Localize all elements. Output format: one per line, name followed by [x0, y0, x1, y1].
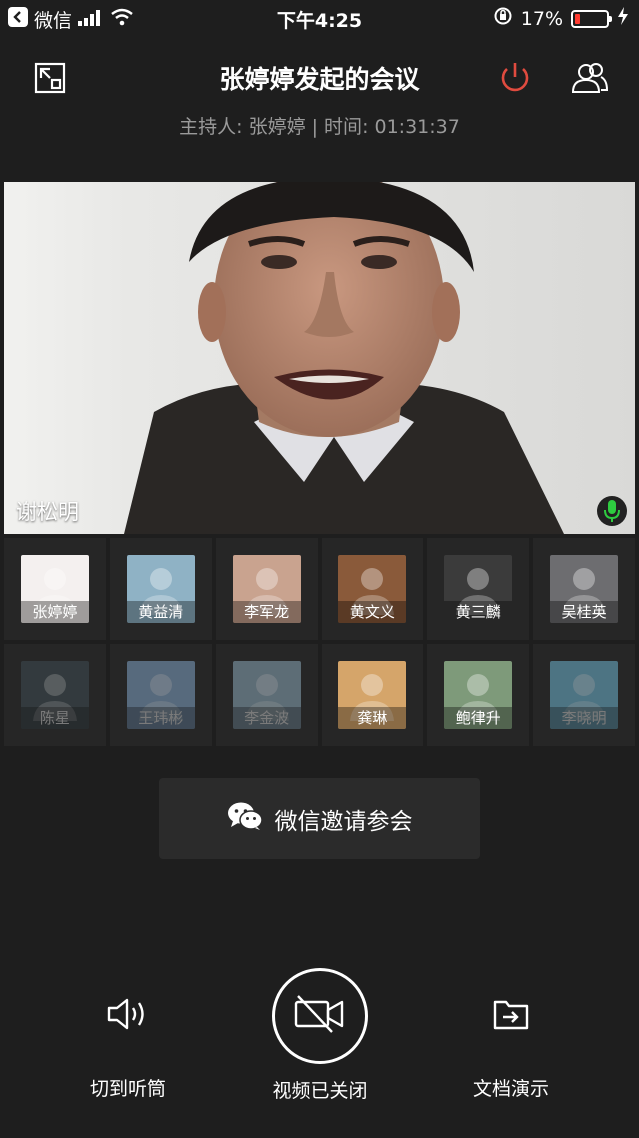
mic-active-icon: [597, 496, 627, 526]
battery-fill: [575, 13, 580, 24]
rotation-lock-icon: [493, 6, 513, 31]
participant-tile[interactable]: 鲍律升: [427, 644, 530, 746]
participant-name: 黄益清: [126, 601, 195, 623]
participant-avatar: 张婷婷: [20, 555, 89, 623]
leave-meeting-power-icon[interactable]: [493, 56, 537, 100]
participant-avatar: 陈星: [20, 661, 89, 729]
participant-avatar: 黄文义: [338, 555, 407, 623]
video-off-label: 视频已关闭: [272, 1080, 368, 1102]
camera-off-icon: [292, 994, 348, 1038]
switch-to-earpiece-button[interactable]: 切到听筒: [28, 996, 228, 1101]
main-video-feed[interactable]: 谢松明: [4, 182, 635, 534]
video-off-circle: [272, 968, 368, 1064]
wechat-invite-button[interactable]: 微信邀请参会: [159, 778, 480, 859]
participants-list-icon[interactable]: [568, 56, 612, 100]
main-video-participant-name: 谢松明: [16, 500, 79, 524]
participant-name: 张婷婷: [20, 601, 89, 623]
participant-avatar: 吴桂英: [550, 555, 619, 623]
participant-name: 黄三麟: [444, 601, 513, 623]
participant-avatar: 鲍律升: [444, 661, 513, 729]
battery-percent: 17%: [520, 7, 563, 30]
participant-tile[interactable]: 张婷婷: [4, 538, 106, 640]
participant-tile[interactable]: 吴桂英: [533, 538, 635, 640]
participant-avatar: 王玮彬: [126, 661, 195, 729]
wechat-icon: [227, 801, 263, 837]
participant-name: 李晓明: [550, 707, 619, 729]
participant-name: 李金波: [232, 707, 301, 729]
participant-name: 黄文义: [338, 601, 407, 623]
participant-tile[interactable]: 李金波: [215, 644, 318, 746]
bottom-controls: 切到听筒 视频已关闭 文档演示: [0, 960, 639, 1130]
battery-icon: [571, 9, 612, 28]
participant-avatar: 黄益清: [126, 555, 195, 623]
meeting-title: 张婷婷发起的会议: [219, 65, 420, 94]
participant-name: 吴桂英: [550, 601, 619, 623]
participant-tile[interactable]: 陈星: [4, 644, 106, 746]
participant-name: 王玮彬: [126, 707, 195, 729]
document-presentation-button[interactable]: 文档演示: [411, 996, 611, 1101]
host-and-duration: 主持人: 张婷婷 | 时间: 01:31:37: [179, 116, 460, 138]
charging-icon: [617, 7, 629, 30]
participant-tile[interactable]: 黄文义: [321, 538, 424, 640]
participant-tile[interactable]: 龚琳: [321, 644, 424, 746]
video-toggle-button[interactable]: 视频已关闭: [220, 960, 420, 1103]
participant-tile[interactable]: 黄益清: [109, 538, 212, 640]
status-bar: 微信 下午4:25 17%: [0, 0, 639, 36]
participant-tile[interactable]: 黄三麟: [427, 538, 530, 640]
status-right: 17%: [493, 6, 629, 31]
participant-name: 李军龙: [232, 601, 301, 623]
participant-avatar: 黄三麟: [444, 555, 513, 623]
participant-name: 鲍律升: [444, 707, 513, 729]
participant-name: 龚琳: [338, 707, 407, 729]
meeting-header: 张婷婷发起的会议 主持人: 张婷婷 | 时间: 01:31:37: [0, 40, 639, 150]
invite-label: 微信邀请参会: [274, 808, 413, 835]
participant-avatar: 李晓明: [550, 661, 619, 729]
participant-tile[interactable]: 王玮彬: [109, 644, 212, 746]
participant-avatar: 李军龙: [232, 555, 301, 623]
participant-name: 陈星: [20, 707, 89, 729]
speaker-video-image: [124, 182, 564, 534]
folder-share-icon: [491, 1000, 531, 1036]
speaker-icon: [105, 998, 151, 1036]
participant-avatar: 李金波: [232, 661, 301, 729]
participant-grid: 张婷婷 黄益清 李军龙 黄文义 黄三麟 吴桂英陈星 王玮彬 李金波 龚琳 鲍律升 李晓明: [4, 538, 635, 746]
participant-avatar: 龚琳: [338, 661, 407, 729]
earpiece-label: 切到听筒: [89, 1078, 166, 1100]
participant-tile[interactable]: 李军龙: [215, 538, 318, 640]
participant-tile[interactable]: 李晓明: [533, 644, 635, 746]
document-label: 文档演示: [472, 1078, 549, 1100]
